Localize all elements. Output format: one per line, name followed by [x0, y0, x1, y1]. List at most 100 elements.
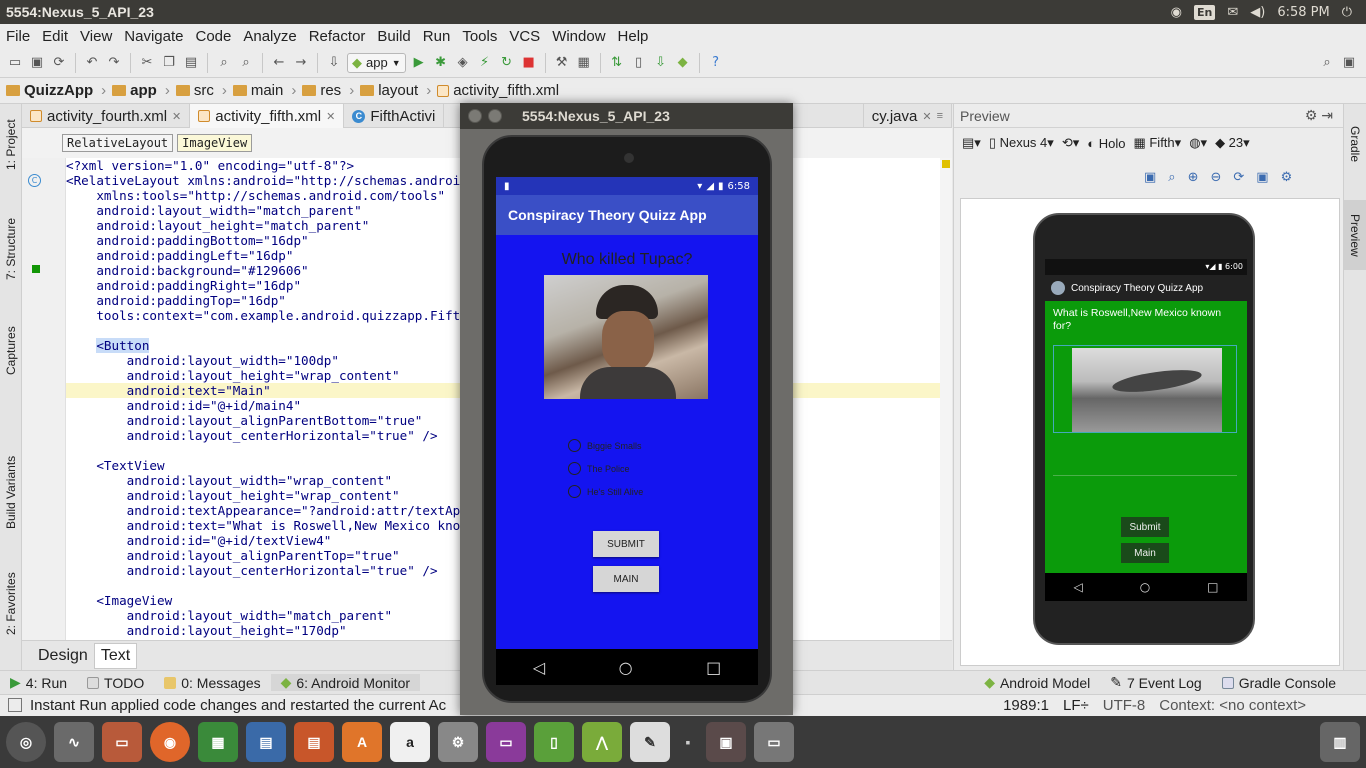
software-center-icon[interactable]: A	[342, 722, 382, 762]
cut-icon[interactable]: ✂	[138, 54, 156, 72]
back-icon[interactable]: ◁	[533, 658, 545, 677]
avd-manager-icon[interactable]: ▯	[630, 54, 648, 72]
preview-main-button[interactable]: Main	[1121, 543, 1169, 563]
tool-event-log[interactable]: ✎ 7 Event Log	[1100, 674, 1211, 691]
orientation-icon[interactable]: ⟲▾	[1062, 135, 1079, 151]
close-icon[interactable]: ✕	[172, 110, 181, 123]
locale-icon[interactable]: ◍▾	[1189, 135, 1207, 151]
sync-icon[interactable]: ⟳	[50, 54, 68, 72]
tool-project[interactable]: 1: Project	[0, 110, 22, 180]
back-icon[interactable]: ←	[270, 54, 288, 72]
breadcrumb-item[interactable]: activity_fifth.xml	[437, 82, 565, 99]
terminal-icon[interactable]: ▭	[486, 722, 526, 762]
menu-run[interactable]: Run	[417, 28, 457, 45]
search-everywhere-icon[interactable]: ⌕	[1318, 54, 1336, 72]
firefox-icon[interactable]: ◉	[150, 722, 190, 762]
trash-icon[interactable]: ▥	[1320, 722, 1360, 762]
preview-submit-button[interactable]: Submit	[1121, 517, 1169, 537]
power-icon[interactable]: ⏻	[1342, 5, 1352, 20]
emulator-icon[interactable]: ▯	[534, 722, 574, 762]
breadcrumb-item[interactable]: res ›	[302, 82, 360, 99]
amazon-icon[interactable]: a	[390, 722, 430, 762]
volume-icon[interactable]: ◀)	[1250, 5, 1265, 20]
recents-icon[interactable]: □	[706, 658, 721, 677]
breadcrumb-item[interactable]: layout ›	[360, 82, 437, 99]
project-structure-icon[interactable]: ⚒	[553, 54, 571, 72]
activity-select[interactable]: ▦ Fifth▾	[1133, 135, 1181, 151]
refresh-icon[interactable]: ⟳	[1233, 170, 1244, 185]
close-window-button[interactable]	[468, 109, 482, 123]
tab-text[interactable]: Text	[93, 642, 138, 669]
tool-preview[interactable]: Preview	[1344, 200, 1366, 270]
component-relativelayout[interactable]: RelativeLayout	[62, 134, 174, 152]
save-icon[interactable]: ▣	[28, 54, 46, 72]
menu-tools[interactable]: Tools	[456, 28, 503, 45]
run-icon[interactable]: ▶	[410, 54, 428, 72]
tool-messages[interactable]: 0: Messages	[154, 675, 270, 691]
instant-run-icon[interactable]: ⚡	[476, 54, 494, 72]
tool-favorites[interactable]: 2: Favorites	[0, 564, 22, 644]
breadcrumb-item[interactable]: QuizzApp ›	[6, 82, 112, 99]
api-select[interactable]: ◆ 23▾	[1215, 135, 1250, 151]
tab-activity-fifth[interactable]: activity_fifth.xml ✕	[190, 104, 345, 128]
gear-icon[interactable]: ⚙ ⇥	[1305, 107, 1343, 124]
close-icon[interactable]: ✕	[326, 110, 335, 123]
tab-fifth-activity[interactable]: C FifthActivi	[344, 104, 445, 128]
submit-button[interactable]: SUBMIT	[593, 531, 659, 557]
render-options-icon[interactable]: ▤▾	[962, 135, 981, 151]
tool-android-monitor[interactable]: ◆ 6: Android Monitor	[270, 674, 421, 691]
caret-position[interactable]: 1989:1	[1003, 697, 1049, 714]
class-marker-icon[interactable]: C	[28, 174, 41, 187]
apply-changes-icon[interactable]: ↻	[498, 54, 516, 72]
clock[interactable]: 6:58 PM	[1277, 5, 1329, 20]
menu-file[interactable]: File	[0, 28, 36, 45]
breadcrumb-item[interactable]: app ›	[112, 82, 176, 99]
settings-icon[interactable]: ⚙	[438, 722, 478, 762]
writer-icon[interactable]: ▤	[294, 722, 334, 762]
status-toggle-icon[interactable]	[8, 698, 22, 712]
redo-icon[interactable]: ↷	[105, 54, 123, 72]
main-button[interactable]: MAIN	[593, 566, 659, 592]
android-device-monitor-icon[interactable]: ◆	[674, 54, 692, 72]
menu-view[interactable]: View	[74, 28, 118, 45]
tool-android-model[interactable]: ◆ Android Model	[974, 674, 1100, 691]
zoom-in-icon[interactable]: ⊕	[1188, 170, 1199, 185]
debug-icon[interactable]: ✱	[432, 54, 450, 72]
option-radio[interactable]: He's Still Alive	[568, 485, 643, 498]
tool-gradle[interactable]: Gradle	[1344, 114, 1366, 174]
file-encoding[interactable]: UTF-8	[1103, 697, 1146, 714]
tool-build-variants[interactable]: Build Variants	[0, 444, 22, 540]
device-select[interactable]: ▯ Nexus 4▾	[989, 135, 1054, 151]
menu-navigate[interactable]: Navigate	[118, 28, 189, 45]
menu-refactor[interactable]: Refactor	[303, 28, 372, 45]
coverage-icon[interactable]: ◈	[454, 54, 472, 72]
emulator-screen[interactable]: ▮ ▾ ◢ ▮ 6:58 Conspiracy Theory Quizz App…	[496, 177, 758, 649]
tab-java-file[interactable]: cy.java ✕ ≡	[862, 104, 952, 128]
find-icon[interactable]: ⌕	[215, 54, 233, 72]
structure-icon[interactable]: ▦	[575, 54, 593, 72]
tab-activity-fourth[interactable]: activity_fourth.xml ✕	[22, 104, 191, 128]
minimize-window-button[interactable]	[488, 109, 502, 123]
component-imageview[interactable]: ImageView	[177, 134, 253, 152]
close-icon[interactable]: ✕	[922, 110, 931, 123]
breadcrumb-item[interactable]: src ›	[175, 82, 233, 99]
breadcrumb-item[interactable]: main ›	[232, 82, 303, 99]
gradle-sync-icon[interactable]: ⇅	[608, 54, 626, 72]
option-radio[interactable]: Biggie Smalls	[568, 439, 642, 452]
dash-icon[interactable]: ◎	[6, 722, 46, 762]
line-separator[interactable]: LF÷	[1063, 697, 1089, 714]
replace-icon[interactable]: ⌕	[237, 54, 255, 72]
wifi-icon[interactable]: ◉	[1171, 5, 1182, 20]
settings-icon[interactable]: ⚙	[1281, 170, 1293, 185]
warning-marker[interactable]	[942, 160, 950, 168]
workspace-switcher-icon[interactable]: ▣	[706, 722, 746, 762]
system-monitor-icon[interactable]: ∿	[54, 722, 94, 762]
tool-captures[interactable]: Captures	[0, 316, 22, 386]
context-indicator[interactable]: Context: <no context>	[1159, 697, 1306, 714]
screenshot-icon[interactable]: ▣	[1256, 170, 1268, 185]
menu-vcs[interactable]: VCS	[503, 28, 546, 45]
drive-icon[interactable]: ▭	[754, 722, 794, 762]
paste-icon[interactable]: ▤	[182, 54, 200, 72]
forward-icon[interactable]: →	[292, 54, 310, 72]
tool-run[interactable]: ▶ 4: Run	[0, 674, 77, 691]
